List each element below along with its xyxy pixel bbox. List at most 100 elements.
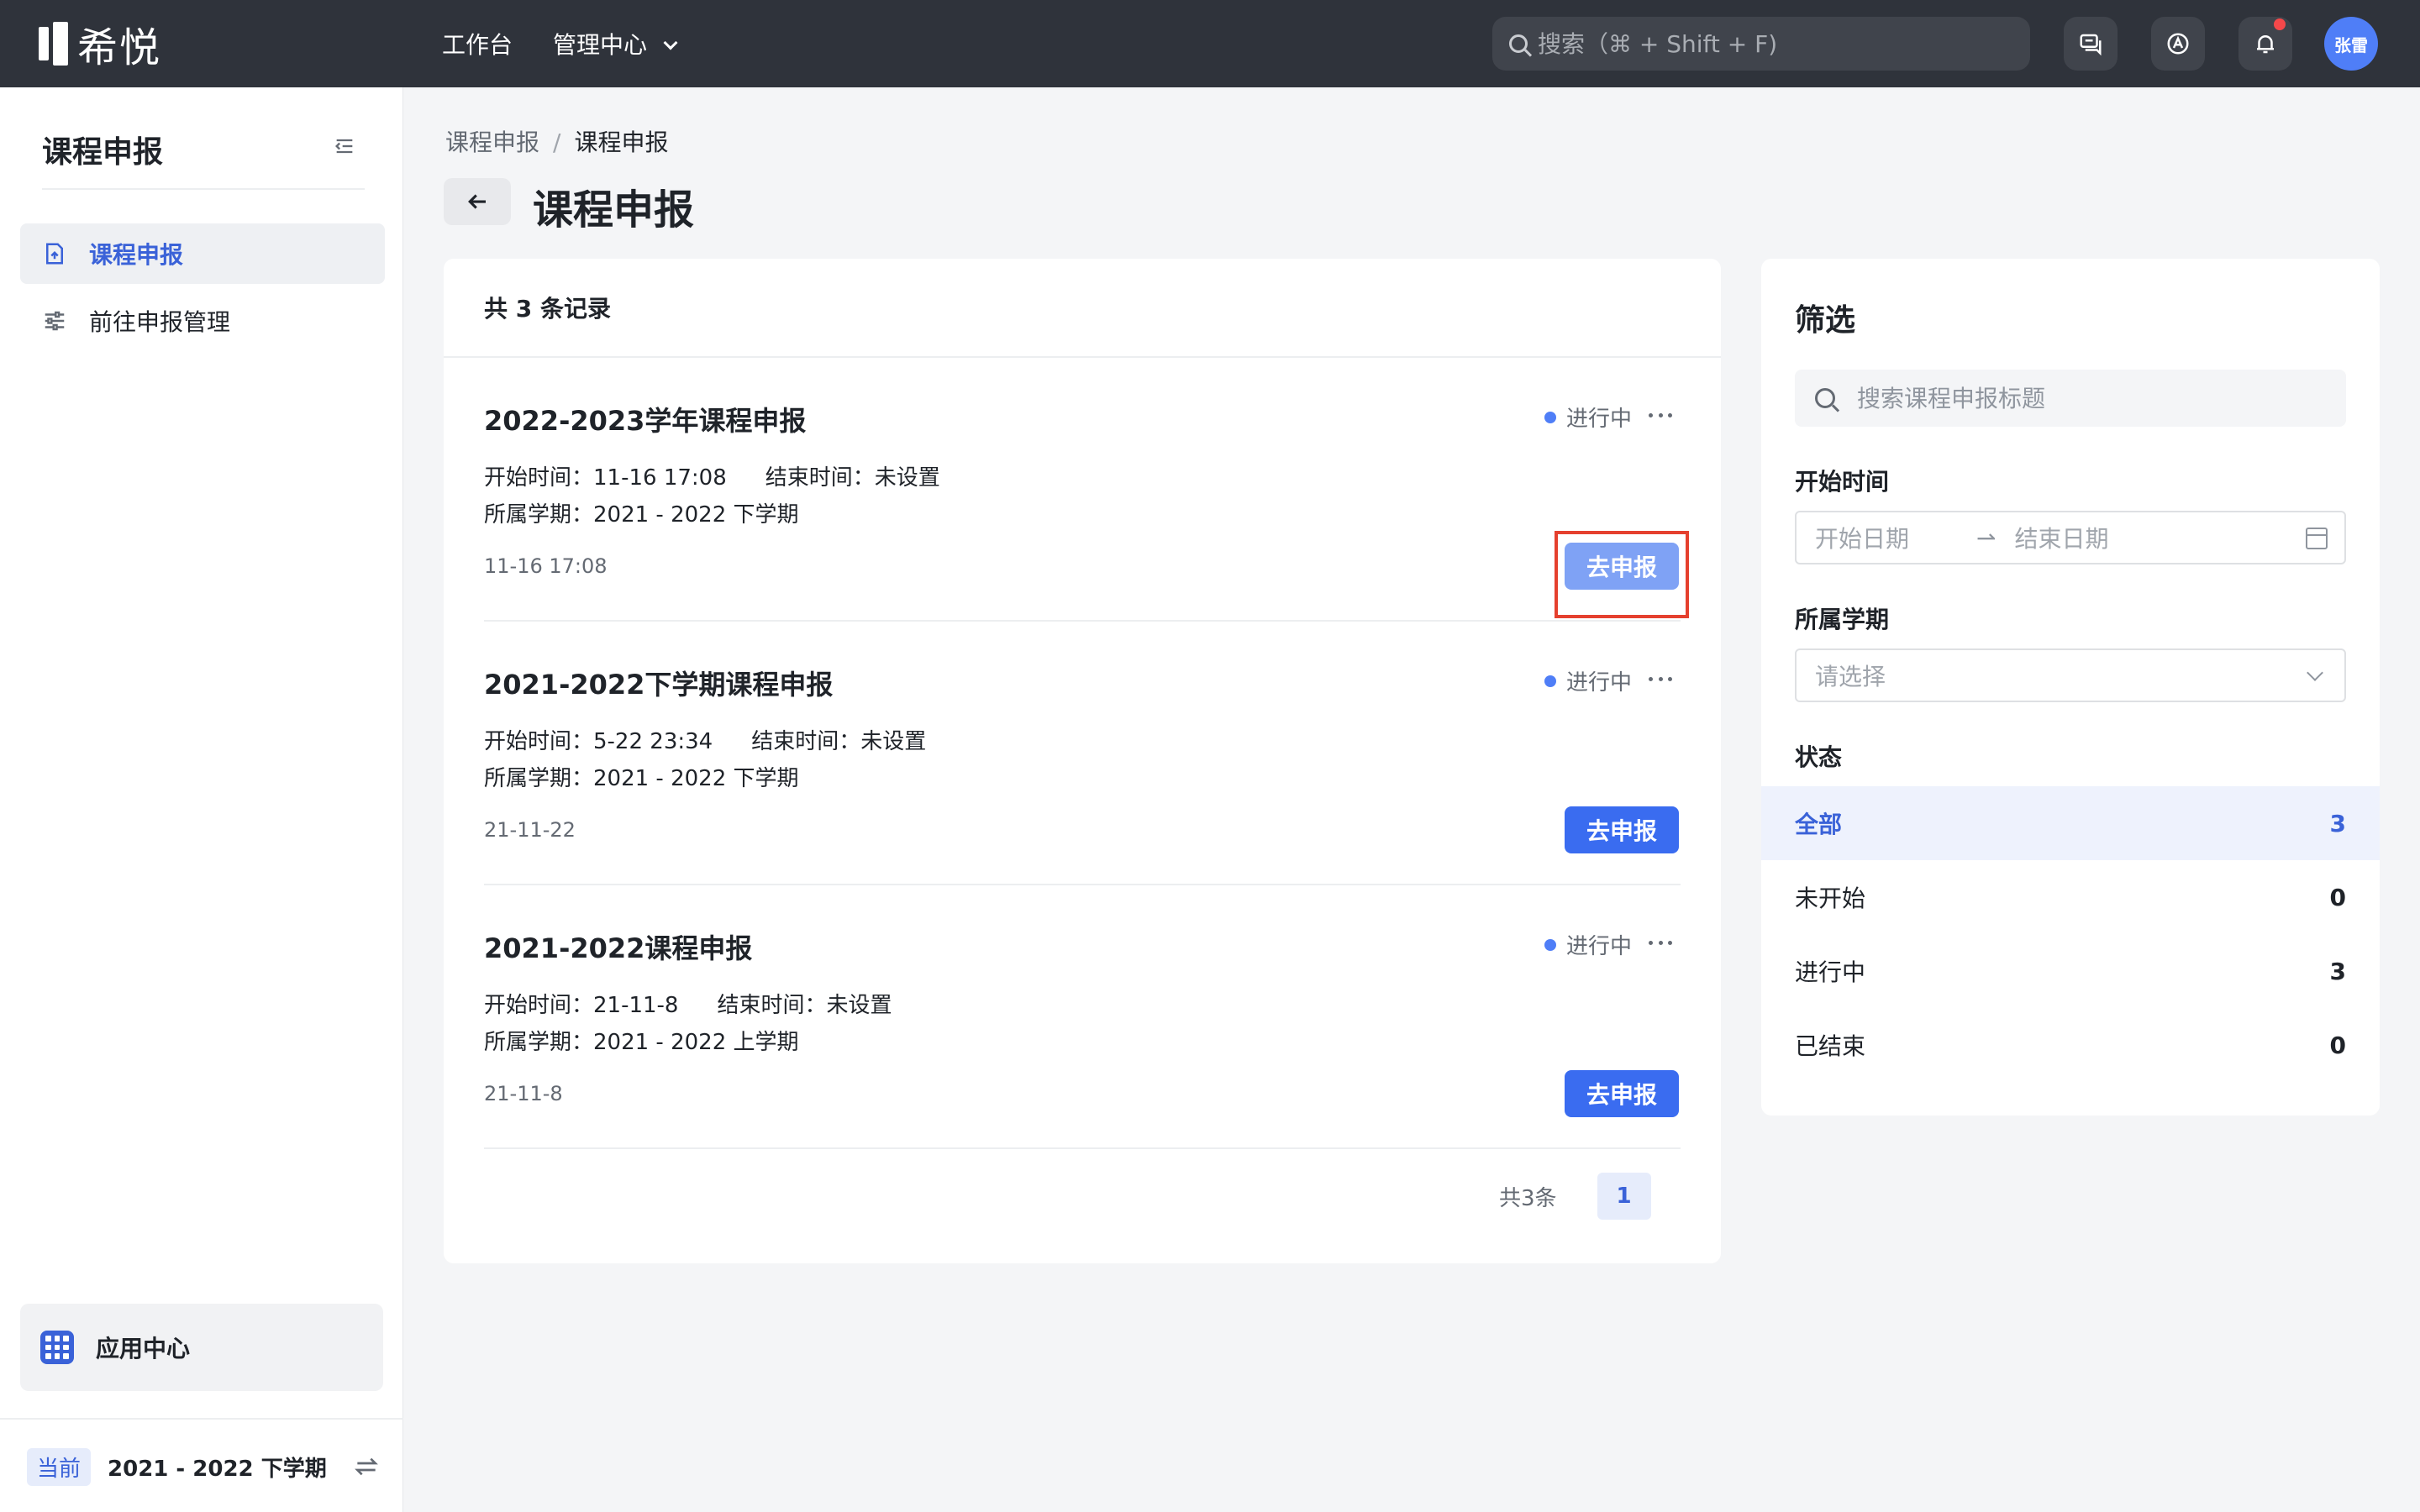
chevron-down-icon bbox=[2307, 664, 2323, 681]
filter-search-input[interactable] bbox=[1857, 384, 2328, 412]
record-term: 所属学期：2021 - 2022 下学期 bbox=[484, 766, 799, 791]
nav-workbench[interactable]: 工作台 bbox=[442, 27, 513, 60]
logo-text: 希悦 bbox=[77, 24, 162, 71]
swap-term-icon[interactable] bbox=[353, 1453, 380, 1480]
page-title: 课程申报 bbox=[533, 186, 695, 234]
calendar-icon bbox=[2306, 528, 2328, 549]
collapse-sidebar-icon[interactable] bbox=[333, 134, 356, 158]
record-time-line: 开始时间：21-11-8 结束时间：未设置 bbox=[484, 988, 892, 1019]
status-filter-count: 3 bbox=[2329, 957, 2346, 985]
app-store-icon bbox=[2167, 33, 2189, 55]
message-icon bbox=[2080, 34, 2102, 56]
record-end-time: 结束时间：未设置 bbox=[717, 993, 892, 1018]
record-start-time: 开始时间：11-16 17:08 bbox=[484, 465, 727, 491]
pagination-page-1[interactable]: 1 bbox=[1597, 1173, 1651, 1220]
search-icon bbox=[1509, 34, 1528, 53]
current-term: 当前 2021 - 2022 下学期 bbox=[27, 1445, 380, 1488]
settings-sliders-icon bbox=[45, 311, 65, 331]
status-filter-not-started[interactable]: 未开始 0 bbox=[1761, 860, 2380, 934]
record-date: 11-16 17:08 bbox=[484, 554, 608, 578]
logo-mark-icon bbox=[39, 22, 69, 66]
record-term: 所属学期：2021 - 2022 上学期 bbox=[484, 1030, 799, 1055]
record-item: 2022-2023学年课程申报 进行中 开始时间：11-16 17:08 结束时间… bbox=[484, 358, 1689, 622]
sidebar-item-course-declaration[interactable]: 课程申报 bbox=[20, 223, 385, 284]
app-store-button[interactable] bbox=[2151, 17, 2205, 71]
sidebar-item-label: 课程申报 bbox=[89, 241, 184, 269]
sidebar-bottom-divider bbox=[0, 1418, 403, 1420]
status-label: 状态 bbox=[1795, 743, 1843, 771]
record-start-time: 开始时间：21-11-8 bbox=[484, 993, 679, 1018]
filter-title: 筛选 bbox=[1795, 303, 1856, 338]
record-date: 21-11-8 bbox=[484, 1082, 563, 1105]
date-range-picker[interactable]: 开始日期 ⇀ 结束日期 bbox=[1795, 511, 2346, 564]
record-end-time: 结束时间：未设置 bbox=[751, 729, 927, 754]
record-date: 21-11-22 bbox=[484, 818, 576, 842]
term-select[interactable]: 请选择 bbox=[1795, 648, 2346, 702]
declaration-icon bbox=[46, 243, 63, 265]
record-time-line: 开始时间：5-22 23:34 结束时间：未设置 bbox=[484, 724, 926, 755]
date-end-placeholder: 结束日期 bbox=[2014, 525, 2109, 553]
declare-button[interactable]: 去申报 bbox=[1565, 1070, 1679, 1117]
declare-button[interactable]: 去申报 bbox=[1565, 806, 1679, 853]
status-filter-count: 0 bbox=[2329, 883, 2346, 911]
top-bar: 希悦 工作台 管理中心 张雷 bbox=[0, 0, 2420, 87]
start-time-label: 开始时间 bbox=[1795, 468, 1890, 496]
record-title[interactable]: 2022-2023学年课程申报 bbox=[484, 400, 806, 438]
app-grid-icon bbox=[40, 1331, 74, 1364]
record-time-line: 开始时间：11-16 17:08 结束时间：未设置 bbox=[484, 460, 940, 491]
record-item: 2021-2022课程申报 进行中 开始时间：21-11-8 结束时间：未设置 所… bbox=[484, 885, 1681, 1149]
record-item: 2021-2022下学期课程申报 进行中 开始时间：5-22 23:34 结束时间… bbox=[484, 622, 1681, 885]
global-search[interactable] bbox=[1492, 17, 2030, 71]
term-label: 所属学期 bbox=[1795, 606, 1890, 633]
user-avatar[interactable]: 张雷 bbox=[2324, 17, 2378, 71]
search-icon bbox=[1815, 388, 1835, 408]
app-logo[interactable]: 希悦 bbox=[39, 22, 161, 71]
global-search-input[interactable] bbox=[1538, 29, 2008, 58]
bell-icon bbox=[2257, 35, 2274, 54]
back-button[interactable] bbox=[444, 178, 511, 225]
record-term: 所属学期：2021 - 2022 下学期 bbox=[484, 502, 799, 528]
status-filter-count: 3 bbox=[2329, 809, 2346, 837]
sidebar: 课程申报 课程申报 前往申报管理 应用中心 当前 2021 - 2022 下学期 bbox=[0, 87, 403, 1512]
status-filter-ended[interactable]: 已结束 0 bbox=[1761, 1008, 2380, 1082]
notification-dot bbox=[2274, 18, 2286, 30]
breadcrumb-item-parent[interactable]: 课程申报 bbox=[445, 129, 539, 156]
message-button[interactable] bbox=[2064, 17, 2118, 71]
more-options-icon[interactable] bbox=[1644, 926, 1677, 959]
highlight-box bbox=[1555, 531, 1689, 618]
sidebar-item-label: 前往申报管理 bbox=[89, 308, 231, 336]
record-end-time: 结束时间：未设置 bbox=[765, 465, 940, 491]
chevron-down-icon bbox=[663, 35, 678, 50]
filter-search[interactable] bbox=[1795, 370, 2346, 427]
more-options-icon[interactable] bbox=[1644, 398, 1677, 432]
breadcrumb: 课程申报 / 课程申报 bbox=[445, 124, 668, 158]
sidebar-item-declaration-management[interactable]: 前往申报管理 bbox=[20, 291, 385, 351]
record-status: 进行中 bbox=[1544, 665, 1632, 696]
record-count: 共 3 条记录 bbox=[444, 259, 1721, 358]
status-filter-label: 已结束 bbox=[1795, 1032, 1866, 1060]
filter-panel: 筛选 开始时间 开始日期 ⇀ 结束日期 所属学期 请选择 状态 全部 3 未开始… bbox=[1761, 259, 2380, 1116]
arrow-right-icon: ⇀ bbox=[1976, 523, 1996, 552]
record-status: 进行中 bbox=[1544, 402, 1632, 433]
nav-management-label: 管理中心 bbox=[553, 31, 648, 59]
sidebar-title: 课程申报 bbox=[42, 135, 164, 170]
status-filter-in-progress[interactable]: 进行中 3 bbox=[1761, 934, 2380, 1008]
status-filter-all[interactable]: 全部 3 bbox=[1761, 786, 2380, 860]
current-term-label: 2021 - 2022 下学期 bbox=[108, 1456, 327, 1482]
sidebar-divider bbox=[42, 188, 365, 190]
record-title[interactable]: 2021-2022下学期课程申报 bbox=[484, 664, 833, 702]
pagination: 共3条 1 bbox=[1499, 1173, 1651, 1220]
record-start-time: 开始时间：5-22 23:34 bbox=[484, 729, 713, 754]
status-filter-label: 进行中 bbox=[1795, 958, 1866, 986]
status-filter-label: 全部 bbox=[1795, 811, 1843, 838]
app-center-button[interactable]: 应用中心 bbox=[20, 1304, 383, 1391]
more-options-icon[interactable] bbox=[1644, 662, 1677, 696]
current-term-badge: 当前 bbox=[27, 1447, 92, 1486]
nav-management-center[interactable]: 管理中心 bbox=[553, 27, 678, 60]
record-title[interactable]: 2021-2022课程申报 bbox=[484, 927, 752, 966]
notification-button[interactable] bbox=[2238, 17, 2292, 71]
app-center-label: 应用中心 bbox=[96, 1335, 191, 1362]
pagination-total: 共3条 bbox=[1499, 1185, 1557, 1211]
date-start-placeholder: 开始日期 bbox=[1815, 525, 1910, 553]
breadcrumb-separator: / bbox=[553, 129, 561, 156]
